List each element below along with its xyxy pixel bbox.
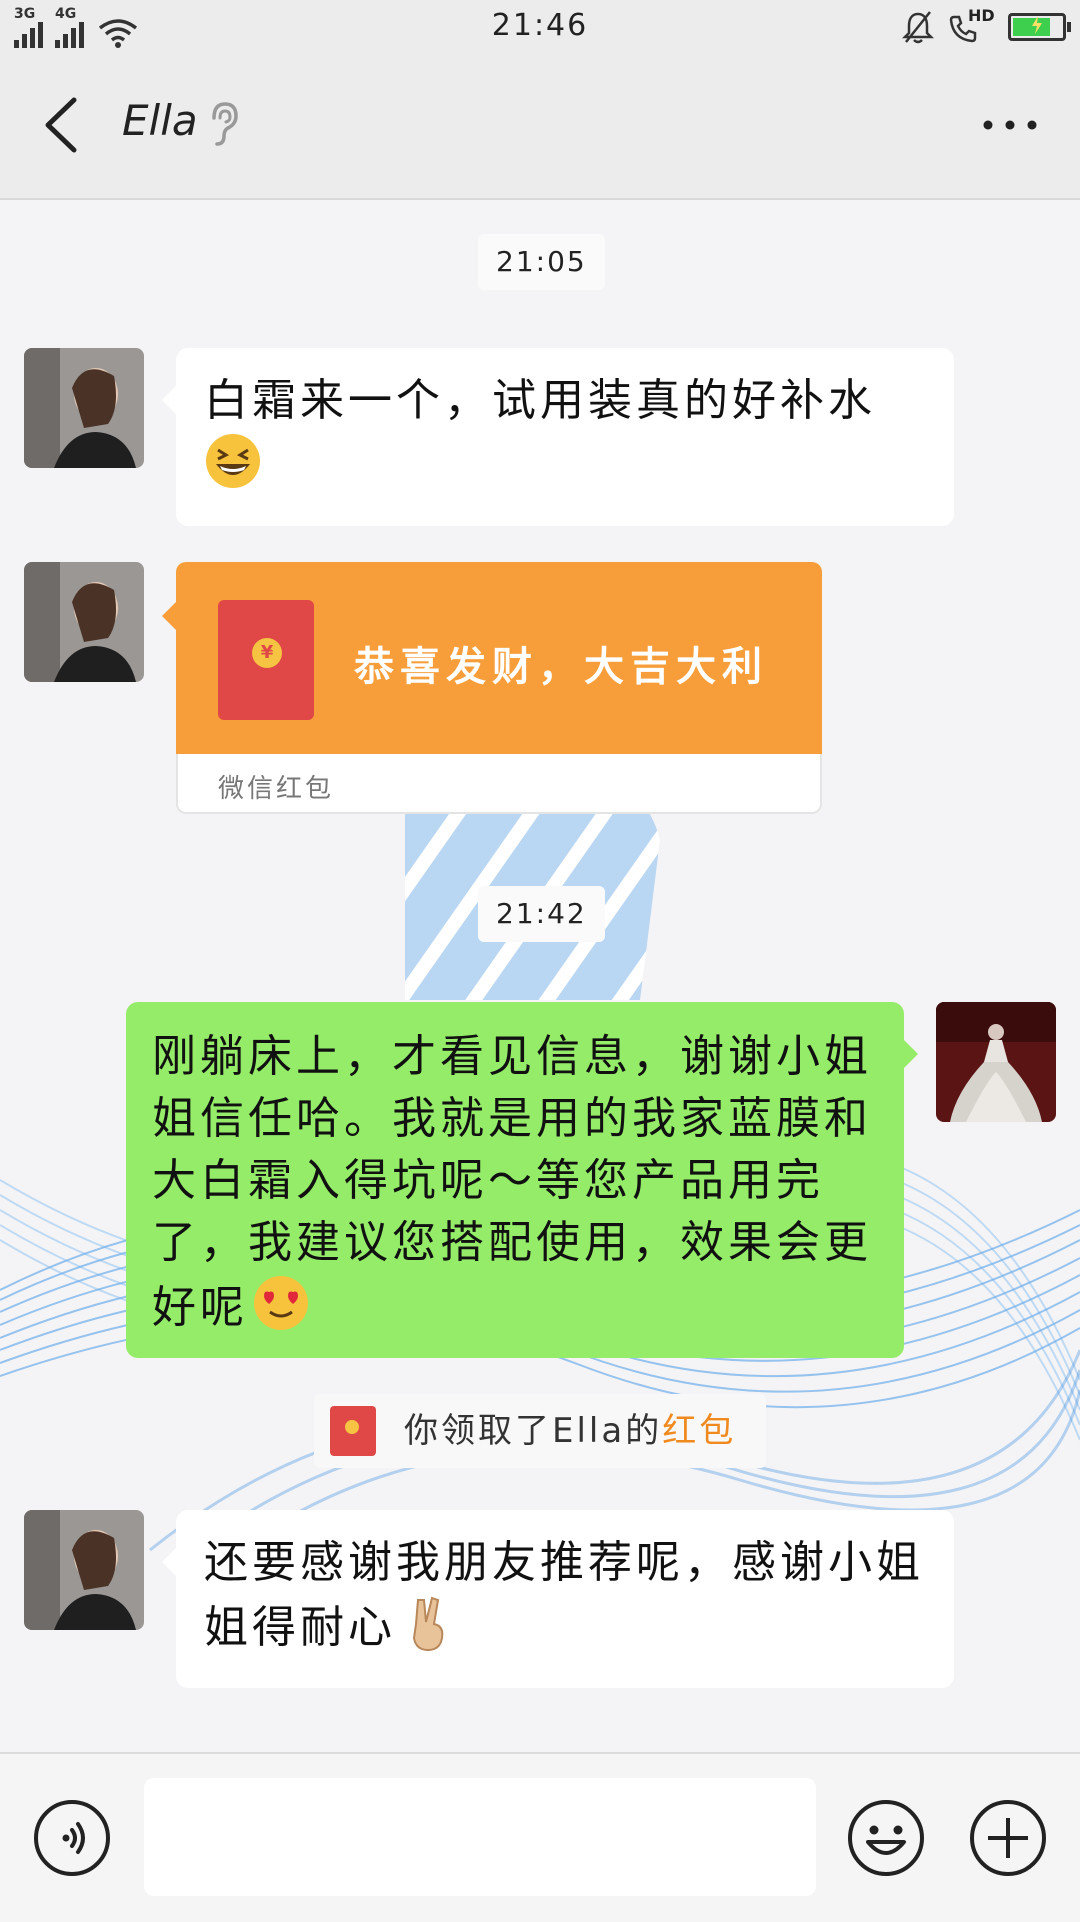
back-arrow-icon[interactable] (40, 94, 84, 156)
victory-hand-emoji (412, 1596, 444, 1652)
message-text: 白霜来一个，试用装真的好补水 (204, 375, 876, 426)
avatar-ella[interactable] (24, 562, 144, 682)
message-input[interactable] (144, 1778, 816, 1896)
notice-link[interactable]: 红包 (662, 1411, 736, 1451)
message-bubble[interactable]: 还要感谢我朋友推荐呢，感谢小姐姐得耐心 (162, 1510, 954, 1688)
yuan-coin-icon: ¥ (252, 638, 282, 668)
heart-eyes-emoji (254, 1276, 308, 1330)
more-dots-icon[interactable] (980, 110, 1040, 140)
notice-text: 你领取了Ella的 (404, 1411, 663, 1451)
red-packet-header: ¥ 恭喜发财，大吉大利 (162, 562, 822, 754)
call-hd-icon: HD (948, 6, 995, 44)
red-envelope-icon: ¥ (218, 600, 314, 720)
red-packet-card[interactable]: ¥ 恭喜发财，大吉大利 微信红包 (162, 562, 822, 814)
emoji-face-icon[interactable] (846, 1798, 926, 1878)
message-bubble[interactable]: 白霜来一个，试用装真的好补水 (162, 348, 954, 526)
ear-icon (212, 102, 238, 146)
voice-icon[interactable] (32, 1798, 112, 1878)
avatar-ella[interactable] (24, 1510, 144, 1630)
status-bar: 3G 4G 21:46 HD (0, 0, 1080, 54)
status-icons: HD (902, 6, 1071, 44)
avatar-ella[interactable] (24, 348, 144, 468)
red-packet-title: 恭喜发财，大吉大利 (354, 644, 768, 690)
chat-area[interactable]: 21:05 白霜来一个，试用装真的好补水 ¥ 恭喜发财，大吉大利 微信红包 21… (0, 200, 1080, 1752)
mini-red-envelope-icon (330, 1406, 376, 1456)
input-bar (0, 1752, 1080, 1922)
red-packet-footer: 微信红包 (176, 754, 822, 814)
hd-label: HD (968, 6, 995, 25)
timestamp: 21:05 (478, 234, 605, 290)
message-bubble-self[interactable]: 刚躺床上，才看见信息，谢谢小姐姐信任哈。我就是用的我家蓝膜和大白霜入得坑呢～等您… (126, 1002, 918, 1358)
chat-header: Ella (0, 54, 1080, 200)
chat-title: Ella (122, 96, 198, 145)
timestamp: 21:42 (478, 886, 605, 942)
red-packet-received-notice: 你领取了Ella的红包 (314, 1394, 766, 1468)
plus-icon[interactable] (968, 1798, 1048, 1878)
avatar-self[interactable] (936, 1002, 1056, 1122)
battery-icon (1008, 13, 1071, 41)
bell-muted-icon (902, 11, 934, 44)
grinning-squint-emoji (206, 434, 260, 488)
red-packet-label: 微信红包 (218, 774, 335, 804)
message-text: 还要感谢我朋友推荐呢，感谢小姐姐得耐心 (204, 1537, 924, 1653)
